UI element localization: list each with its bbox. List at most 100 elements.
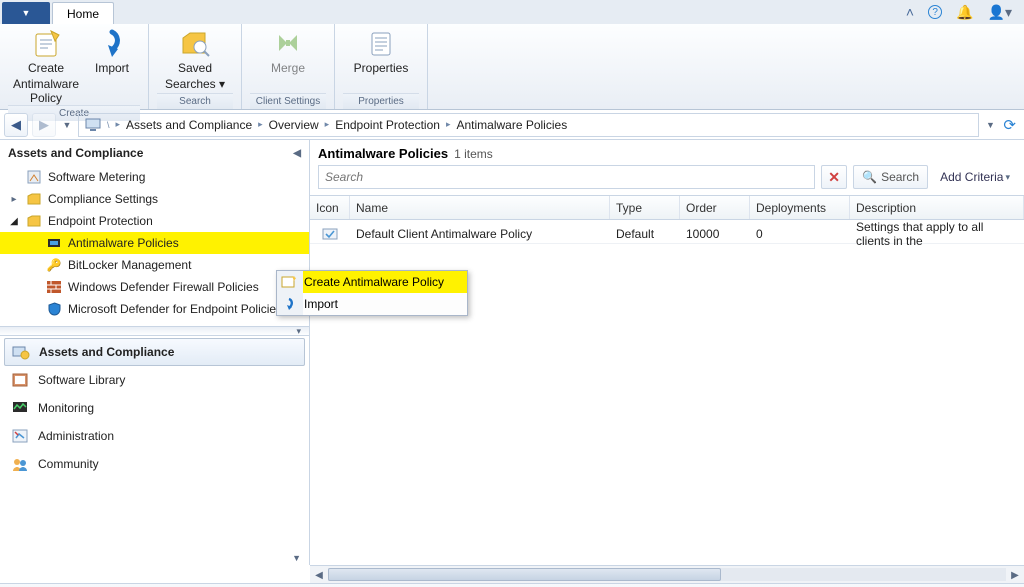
ctx-label: Import	[304, 297, 338, 311]
refresh-icon[interactable]: ⟳	[1003, 116, 1016, 134]
properties-button[interactable]: Properties	[343, 26, 419, 93]
search-button[interactable]: 🔍 Search	[853, 165, 928, 189]
scroll-thumb[interactable]	[328, 568, 721, 581]
tree-item-firewall-policies[interactable]: Windows Defender Firewall Policies	[0, 276, 309, 298]
monitoring-icon	[10, 398, 30, 418]
crumb[interactable]: Endpoint Protection	[335, 118, 440, 132]
tree-label: BitLocker Management	[68, 258, 191, 272]
wunder-community[interactable]: Community	[0, 450, 309, 478]
saved-searches-button[interactable]: Saved Searches ▾	[157, 26, 233, 93]
scroll-right-icon[interactable]: ▶	[1006, 566, 1024, 584]
context-menu: Create Antimalware Policy Import	[276, 270, 468, 316]
app-menu-button[interactable]: ▼	[2, 2, 50, 24]
item-count: 1 items	[454, 147, 493, 161]
grid-header[interactable]: Icon Name Type Order Deployments Descrip…	[310, 196, 1024, 220]
col-order[interactable]: Order	[680, 196, 750, 219]
scroll-left-icon[interactable]: ◀	[310, 566, 328, 584]
wunder-software-library[interactable]: Software Library	[0, 366, 309, 394]
tree-item-bitlocker[interactable]: 🔑 BitLocker Management	[0, 254, 309, 276]
tree-item-software-metering[interactable]: Software Metering	[0, 166, 309, 188]
create-policy-icon	[280, 273, 298, 291]
wunderbar-overflow[interactable]: ▼	[0, 553, 309, 565]
tree-label: Endpoint Protection	[48, 214, 153, 228]
content-title: Antimalware Policies 1 items	[310, 140, 1024, 165]
wunder-label: Assets and Compliance	[39, 345, 174, 359]
label-l1: Properties	[354, 62, 409, 76]
wunder-administration[interactable]: Administration	[0, 422, 309, 450]
create-antimalware-policy-button[interactable]: Create Antimalware Policy	[8, 26, 84, 105]
nav-tree: Software Metering ▸ Compliance Settings …	[0, 164, 309, 326]
merge-icon	[272, 28, 304, 60]
ribbon-group-search: Saved Searches ▾ Search	[149, 24, 242, 109]
col-depl[interactable]: Deployments	[750, 196, 850, 219]
cell-description: Settings that apply to all clients in th…	[850, 220, 1024, 248]
row-icon	[310, 227, 350, 241]
col-icon[interactable]: Icon	[310, 196, 350, 219]
collapse-icon[interactable]: ◢	[8, 216, 20, 227]
shield-icon	[46, 301, 62, 317]
collapse-ribbon-icon[interactable]: ˄	[906, 4, 914, 20]
folder-icon	[26, 191, 42, 207]
table-row[interactable]: Default Client Antimalware Policy Defaul…	[310, 220, 1024, 244]
properties-icon	[365, 28, 397, 60]
horizontal-scrollbar[interactable]: ◀ ▶	[310, 565, 1024, 583]
computer-icon	[85, 118, 101, 132]
import-icon	[280, 295, 298, 313]
breadcrumb[interactable]: \ ▸ Assets and Compliance ▸ Overview ▸ E…	[78, 113, 979, 137]
ctx-create-antimalware-policy[interactable]: Create Antimalware Policy	[303, 271, 467, 293]
col-type[interactable]: Type	[610, 196, 680, 219]
ctx-label: Create Antimalware Policy	[304, 275, 444, 289]
tab-home[interactable]: Home	[52, 2, 114, 24]
cell-deployments: 0	[750, 227, 850, 241]
nav-history-dropdown[interactable]: ▼	[60, 113, 74, 137]
admin-icon	[10, 426, 30, 446]
crumb[interactable]: Assets and Compliance	[126, 118, 252, 132]
user-menu-icon[interactable]: 👤▾	[988, 4, 1012, 21]
import-button[interactable]: Import	[84, 26, 140, 105]
collapse-nav-icon[interactable]: ◀	[293, 148, 301, 159]
body: Assets and Compliance ◀ Software Meterin…	[0, 140, 1024, 565]
content-title-text: Antimalware Policies	[318, 146, 448, 161]
notifications-icon[interactable]: 🔔	[956, 4, 973, 21]
help-icon[interactable]: ?	[928, 5, 942, 19]
col-desc[interactable]: Description	[850, 196, 1024, 219]
tree-item-mde-policies[interactable]: Microsoft Defender for Endpoint Policies	[0, 298, 309, 320]
group-label: Search	[157, 93, 233, 109]
antimalware-icon	[46, 235, 62, 251]
pane-splitter[interactable]	[0, 326, 309, 336]
assets-icon	[11, 342, 31, 362]
wunder-label: Software Library	[38, 373, 125, 387]
merge-button: Merge	[250, 26, 326, 93]
nav-back-button[interactable]: ◀	[4, 113, 28, 137]
label-l1: Merge	[271, 62, 305, 76]
import-icon	[96, 28, 128, 60]
wunder-label: Administration	[38, 429, 114, 443]
results-grid: Icon Name Type Order Deployments Descrip…	[310, 195, 1024, 244]
tree-item-endpoint-protection[interactable]: ◢ Endpoint Protection	[0, 210, 309, 232]
crumb[interactable]: Overview	[269, 118, 319, 132]
tree-item-compliance-settings[interactable]: ▸ Compliance Settings	[0, 188, 309, 210]
tree-label: Software Metering	[48, 170, 145, 184]
label-l1: Import	[95, 62, 129, 76]
nav-pane-title: Assets and Compliance ◀	[0, 140, 309, 164]
tree-item-antimalware-policies[interactable]: Antimalware Policies	[0, 232, 309, 254]
group-label: Properties	[343, 93, 419, 109]
add-criteria-button[interactable]: Add Criteria	[934, 170, 1016, 184]
expand-icon[interactable]: ▸	[8, 194, 20, 205]
nav-forward-button: ▶	[32, 113, 56, 137]
community-icon	[10, 454, 30, 474]
breadcrumb-dropdown[interactable]: ▼	[983, 114, 997, 136]
clear-search-button[interactable]: ✕	[821, 165, 847, 189]
ctx-import[interactable]: Import	[303, 293, 467, 315]
search-input[interactable]	[318, 165, 815, 189]
tree-label: Compliance Settings	[48, 192, 158, 206]
crumb[interactable]: Antimalware Policies	[456, 118, 567, 132]
folder-open-icon	[26, 213, 42, 229]
wunder-monitoring[interactable]: Monitoring	[0, 394, 309, 422]
breadcrumb-bar: ◀ ▶ ▼ \ ▸ Assets and Compliance ▸ Overvi…	[0, 110, 1024, 140]
col-name[interactable]: Name	[350, 196, 610, 219]
wunder-assets-compliance[interactable]: Assets and Compliance	[4, 338, 305, 366]
tree-label: Microsoft Defender for Endpoint Policies	[68, 302, 282, 316]
key-icon: 🔑	[46, 257, 62, 273]
ribbon: Create Antimalware Policy Import Create …	[0, 24, 1024, 110]
